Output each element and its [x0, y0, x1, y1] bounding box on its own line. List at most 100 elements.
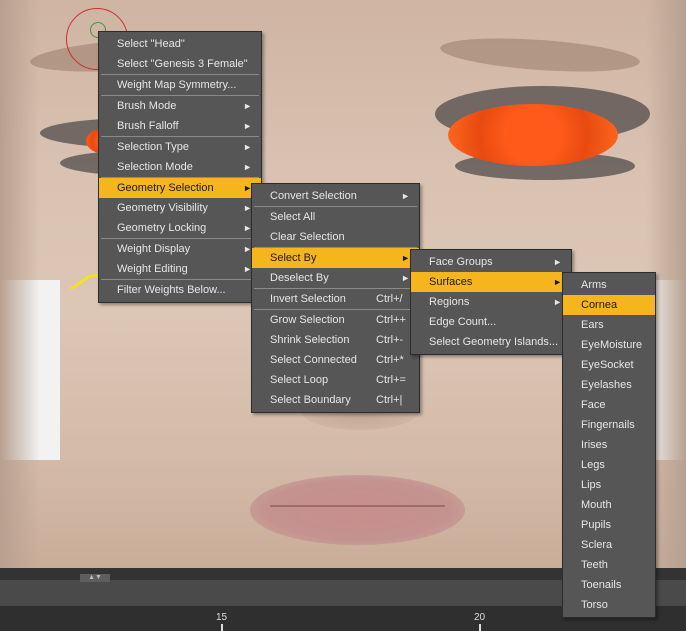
menu-item-select-loop[interactable]: Select Loop Ctrl+=	[252, 370, 419, 390]
menu-item-label: Select "Genesis 3 Female"	[117, 58, 248, 70]
menu-item-select-boundary[interactable]: Select Boundary Ctrl+|	[252, 390, 419, 410]
shortcut-label: Ctrl+=	[376, 374, 406, 386]
face-shading-left	[0, 0, 40, 568]
timeline-collapse-tab[interactable]: ▲▼	[80, 574, 110, 582]
menu-item-regions[interactable]: Regions ►	[411, 292, 571, 312]
surface-item-irises[interactable]: Irises	[563, 435, 655, 455]
menu-item-label: Select By	[270, 252, 317, 264]
menu-item-geometry-selection[interactable]: Geometry Selection ►	[99, 178, 261, 198]
menu-item-select-head[interactable]: Select "Head"	[99, 34, 261, 54]
surface-item-ears[interactable]: Ears	[563, 315, 655, 335]
submenu-select-by: Face Groups ► Surfaces ► Regions ► Edge Cou…	[410, 249, 572, 355]
menu-item-label: Fingernails	[581, 419, 635, 431]
menu-item-select-by[interactable]: Select By ►	[252, 248, 419, 268]
timeline-tick-label: 15	[216, 612, 228, 623]
surface-item-arms[interactable]: Arms	[563, 275, 655, 295]
menu-item-select-all[interactable]: Select All	[252, 207, 419, 227]
submenu-arrow-icon: ►	[553, 277, 562, 287]
submenu-arrow-icon: ►	[553, 257, 562, 267]
submenu-arrow-icon: ►	[401, 273, 410, 283]
menu-item-label: Select Geometry Islands...	[429, 336, 558, 348]
surface-item-legs[interactable]: Legs	[563, 455, 655, 475]
surface-item-teeth[interactable]: Teeth	[563, 555, 655, 575]
menu-item-edge-count[interactable]: Edge Count...	[411, 312, 571, 332]
submenu-arrow-icon: ►	[401, 191, 410, 201]
eyebrow-right	[439, 33, 641, 77]
menu-item-label: Select All	[270, 211, 316, 223]
shortcut-label: Ctrl++	[376, 314, 406, 326]
menu-item-selection-type[interactable]: Selection Type ►	[99, 137, 261, 157]
menu-item-label: Toenails	[581, 579, 622, 591]
menu-item-weight-display[interactable]: Weight Display ►	[99, 239, 261, 259]
menu-item-label: Weight Display	[117, 243, 191, 255]
surface-item-sclera[interactable]: Sclera	[563, 535, 655, 555]
shortcut-label: Ctrl+|	[376, 394, 403, 406]
surface-item-eyelashes[interactable]: Eyelashes	[563, 375, 655, 395]
submenu-arrow-icon: ►	[243, 121, 252, 131]
menu-item-label: EyeMoisture	[581, 339, 643, 351]
menu-item-weight-map-symmetry[interactable]: Weight Map Symmetry...	[99, 75, 261, 95]
menu-item-label: Convert Selection	[270, 190, 357, 202]
menu-item-label: Sclera	[581, 539, 613, 551]
shortcut-label: Ctrl+-	[376, 334, 404, 346]
surface-item-cornea[interactable]: Cornea	[563, 295, 655, 315]
menu-item-label: Eyelashes	[581, 379, 632, 391]
menu-item-weight-editing[interactable]: Weight Editing ►	[99, 259, 261, 279]
menu-item-invert-selection[interactable]: Invert Selection Ctrl+/	[252, 289, 419, 309]
menu-item-select-geometry-islands[interactable]: Select Geometry Islands...	[411, 332, 571, 352]
menu-item-grow-selection[interactable]: Grow Selection Ctrl++	[252, 310, 419, 330]
menu-item-filter-weights[interactable]: Filter Weights Below...	[99, 280, 261, 300]
menu-item-select-connected[interactable]: Select Connected Ctrl+*	[252, 350, 419, 370]
surface-item-torso[interactable]: Torso	[563, 595, 655, 615]
menu-item-label: Select "Head"	[117, 38, 185, 50]
surface-item-eyemoisture[interactable]: EyeMoisture	[563, 335, 655, 355]
timeline-tick-label: 20	[474, 612, 486, 623]
menu-item-brush-mode[interactable]: Brush Mode ►	[99, 96, 261, 116]
surface-item-toenails[interactable]: Toenails	[563, 575, 655, 595]
menu-item-label: EyeSocket	[581, 359, 634, 371]
menu-item-convert-selection[interactable]: Convert Selection ►	[252, 186, 419, 206]
menu-item-label: Brush Falloff	[117, 120, 179, 132]
menu-item-label: Weight Editing	[117, 263, 188, 275]
menu-item-label: Grow Selection	[270, 314, 345, 326]
cornea-right-selected	[448, 104, 618, 166]
menu-item-label: Clear Selection	[270, 231, 345, 243]
surface-item-lips[interactable]: Lips	[563, 475, 655, 495]
menu-item-label: Lips	[581, 479, 602, 491]
menu-item-label: Torso	[581, 599, 608, 611]
menu-item-surfaces[interactable]: Surfaces ►	[411, 272, 571, 292]
menu-item-label: Brush Mode	[117, 100, 177, 112]
surface-item-mouth[interactable]: Mouth	[563, 495, 655, 515]
menu-item-selection-mode[interactable]: Selection Mode ►	[99, 157, 261, 177]
menu-item-label: Invert Selection	[270, 293, 346, 305]
surface-item-pupils[interactable]: Pupils	[563, 515, 655, 535]
menu-item-geometry-locking[interactable]: Geometry Locking ►	[99, 218, 261, 238]
menu-item-label: Select Connected	[270, 354, 357, 366]
surface-item-eyesocket[interactable]: EyeSocket	[563, 355, 655, 375]
shortcut-label: Ctrl+*	[376, 354, 404, 366]
menu-item-deselect-by[interactable]: Deselect By ►	[252, 268, 419, 288]
menu-item-label: Geometry Visibility	[117, 202, 208, 214]
submenu-arrow-icon: ►	[401, 253, 410, 263]
menu-item-label: Select Boundary	[270, 394, 351, 406]
menu-item-label: Deselect By	[270, 272, 329, 284]
menu-item-label: Shrink Selection	[270, 334, 350, 346]
menu-item-label: Selection Mode	[117, 161, 193, 173]
menu-item-label: Filter Weights Below...	[117, 284, 226, 296]
menu-item-brush-falloff[interactable]: Brush Falloff ►	[99, 116, 261, 136]
surface-item-face[interactable]: Face	[563, 395, 655, 415]
menu-item-label: Pupils	[581, 519, 611, 531]
menu-item-geometry-visibility[interactable]: Geometry Visibility ►	[99, 198, 261, 218]
menu-item-label: Selection Type	[117, 141, 189, 153]
menu-item-clear-selection[interactable]: Clear Selection	[252, 227, 419, 247]
menu-item-face-groups[interactable]: Face Groups ►	[411, 252, 571, 272]
menu-item-shrink-selection[interactable]: Shrink Selection Ctrl+-	[252, 330, 419, 350]
menu-item-select-genesis[interactable]: Select "Genesis 3 Female"	[99, 54, 261, 74]
lips-line	[270, 505, 445, 507]
menu-item-label: Select Loop	[270, 374, 329, 386]
submenu-surfaces: Arms Cornea Ears EyeMoisture EyeSocket E…	[562, 272, 656, 618]
lips	[250, 475, 465, 545]
menu-item-label: Face	[581, 399, 606, 411]
surface-item-fingernails[interactable]: Fingernails	[563, 415, 655, 435]
menu-item-label: Surfaces	[429, 276, 473, 288]
